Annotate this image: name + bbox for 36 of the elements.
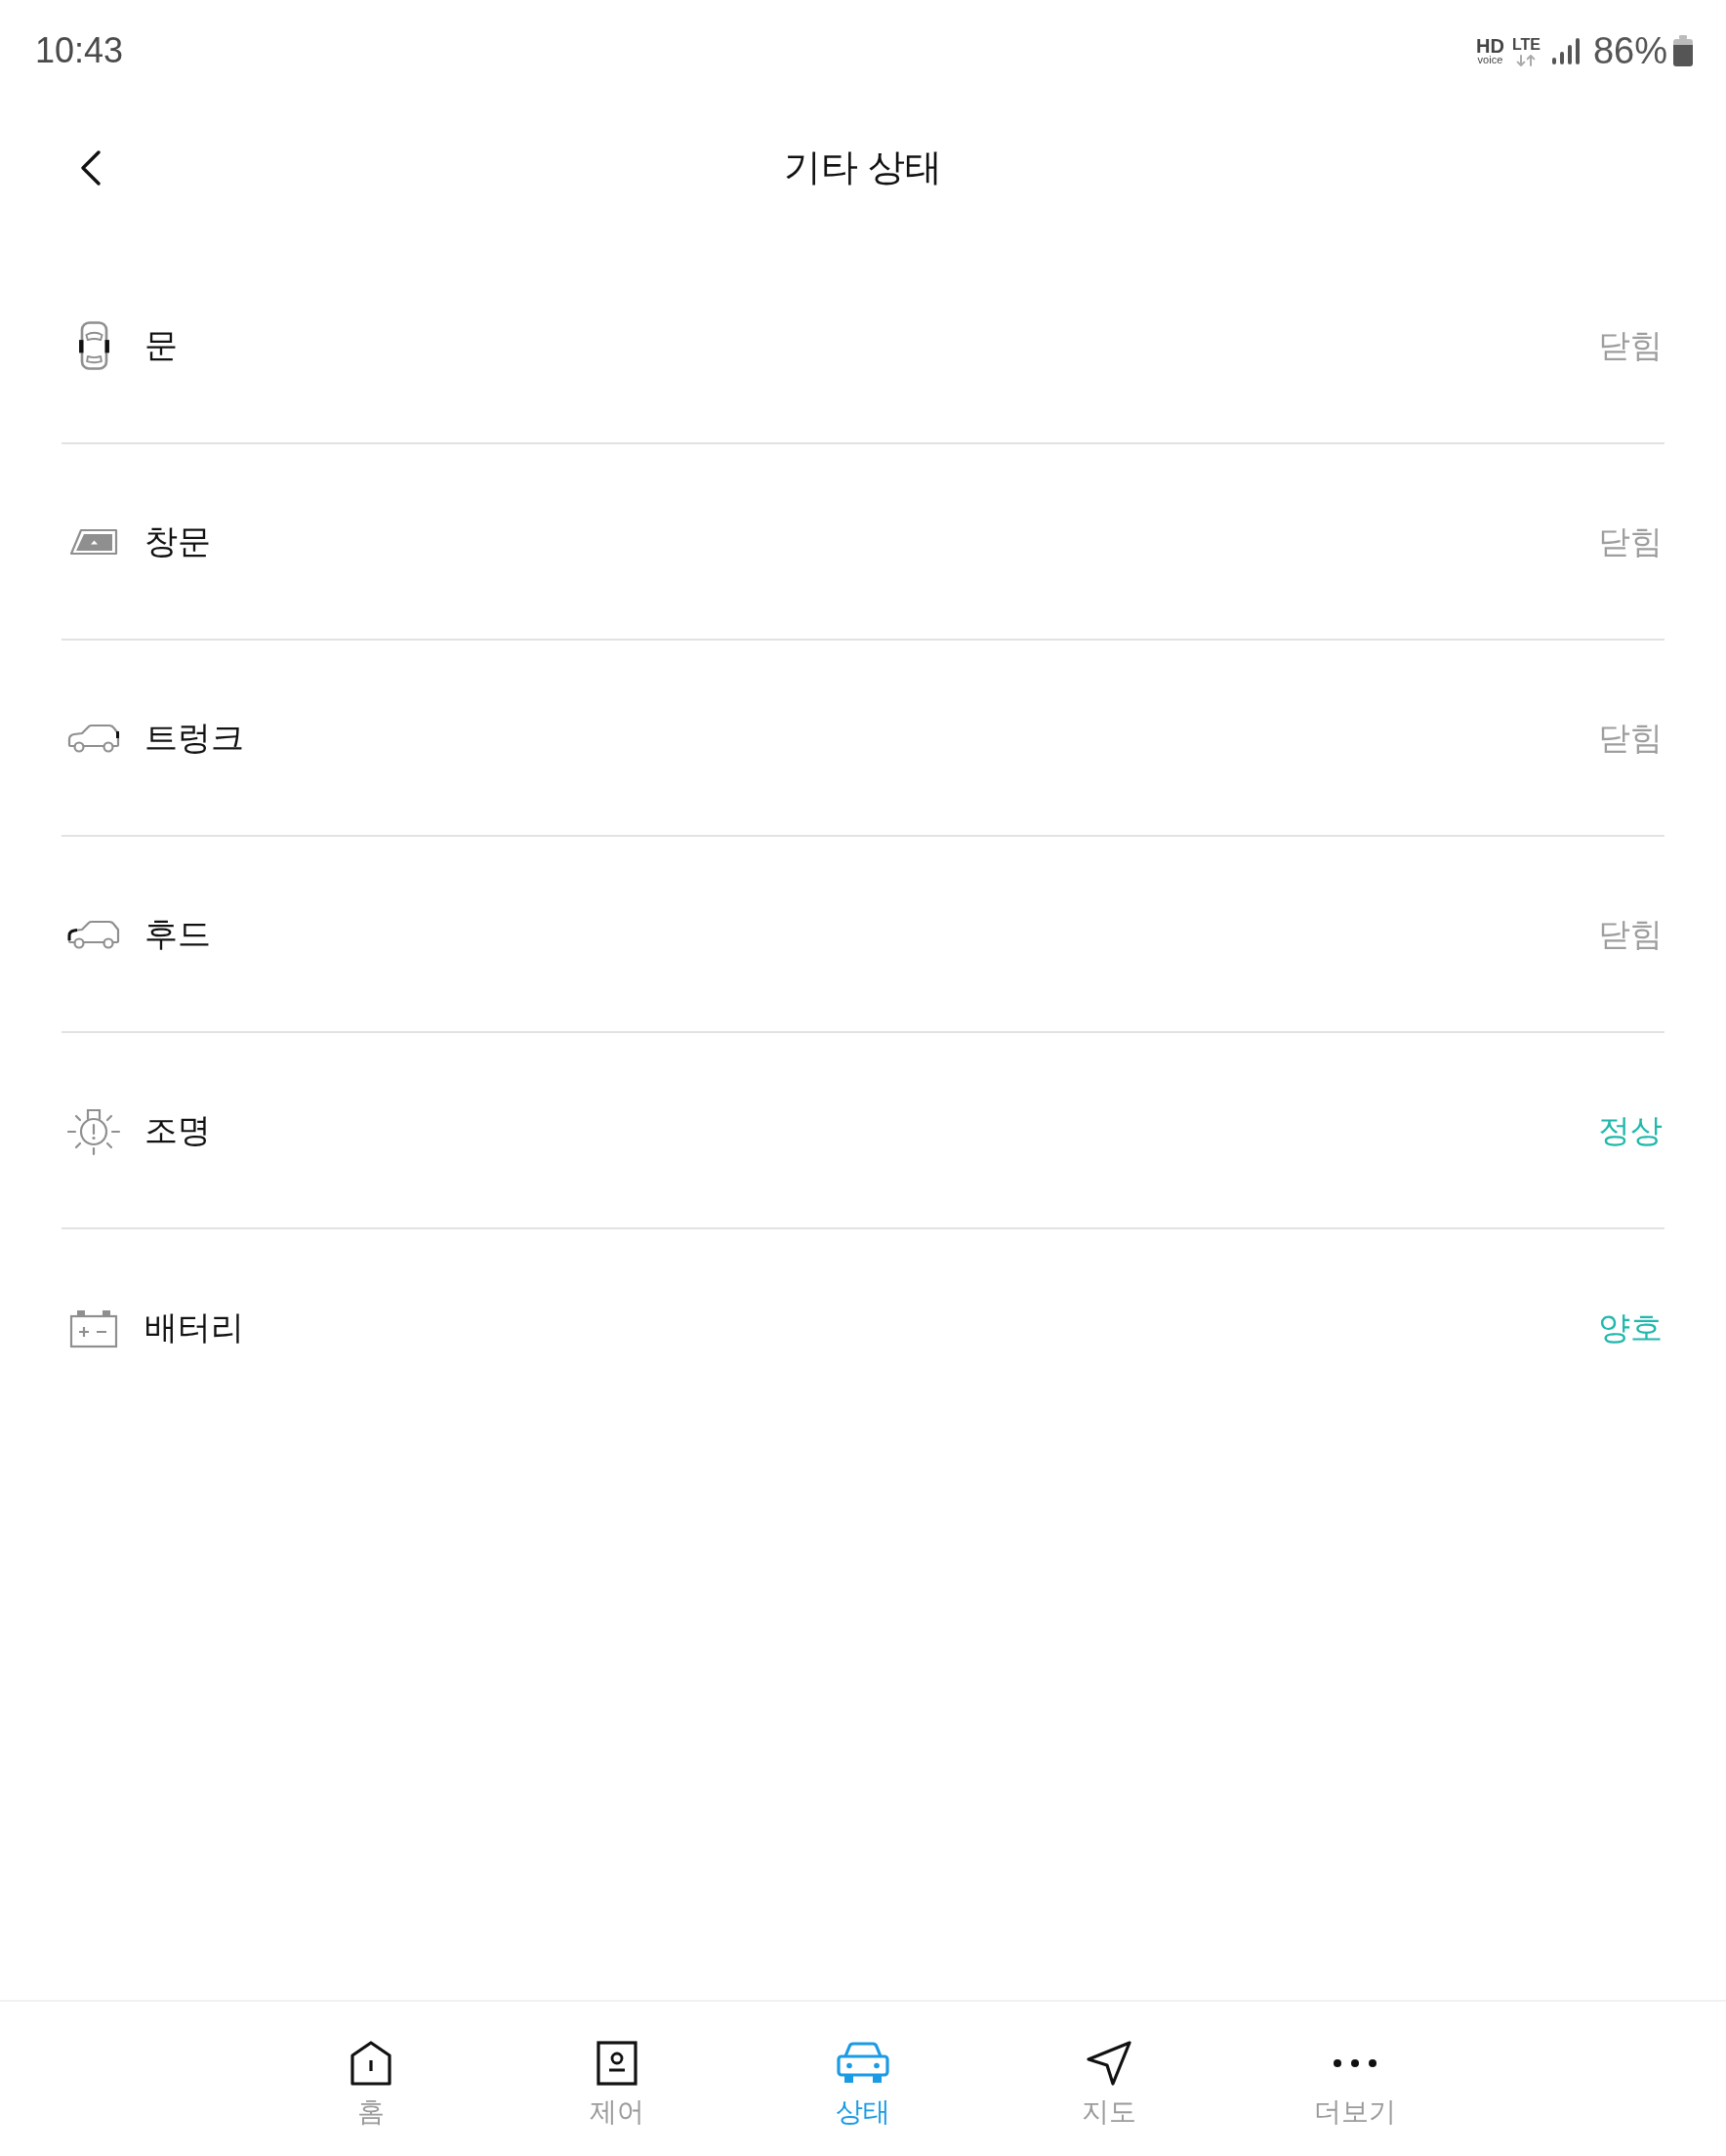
data-arrows-icon bbox=[1516, 54, 1537, 66]
nav-tab[interactable]: 더보기 bbox=[1232, 2002, 1478, 2148]
more-icon bbox=[1334, 2059, 1377, 2067]
network-label: LTE bbox=[1511, 35, 1541, 53]
status-label: 트렁크 bbox=[144, 718, 244, 758]
page-title: 기타 상태 bbox=[783, 145, 943, 190]
nav-tab[interactable]: 홈 bbox=[248, 2002, 494, 2148]
nav-tab[interactable]: 상태 bbox=[740, 2002, 986, 2148]
status-value: 정상 bbox=[1598, 1110, 1663, 1150]
battery-icon bbox=[1673, 35, 1693, 66]
home-icon bbox=[350, 2041, 391, 2086]
status-value: 닫힘 bbox=[1598, 718, 1663, 758]
battery-percent: 86% bbox=[1592, 32, 1667, 69]
nav-tab[interactable]: 지도 bbox=[986, 2002, 1232, 2148]
car-trunk-icon bbox=[66, 722, 121, 754]
status-label: 후드 bbox=[144, 914, 211, 954]
car-front-icon bbox=[837, 2042, 889, 2085]
status-label: 창문 bbox=[144, 521, 211, 561]
nav-tab[interactable]: 제어 bbox=[494, 2002, 740, 2148]
signal-icon bbox=[1551, 37, 1580, 64]
voice-label: voice bbox=[1477, 54, 1503, 65]
car-hood-icon bbox=[66, 918, 121, 950]
status-value: 닫힘 bbox=[1598, 914, 1663, 954]
status-label: 조명 bbox=[144, 1110, 211, 1150]
status-label: 문 bbox=[144, 325, 178, 365]
status-value: 닫힘 bbox=[1598, 521, 1663, 561]
status-label: 배터리 bbox=[144, 1307, 244, 1348]
status-value: 양호 bbox=[1598, 1307, 1663, 1348]
back-icon bbox=[80, 150, 102, 186]
status-value: 닫힘 bbox=[1598, 325, 1663, 365]
clock-time: 10:43 bbox=[35, 33, 124, 68]
navigation-arrow-icon bbox=[1087, 2041, 1131, 2086]
car-window-icon bbox=[69, 527, 118, 556]
car-doors-icon bbox=[77, 320, 110, 370]
control-panel-icon bbox=[596, 2041, 637, 2086]
hd-label: HD bbox=[1476, 36, 1504, 55]
